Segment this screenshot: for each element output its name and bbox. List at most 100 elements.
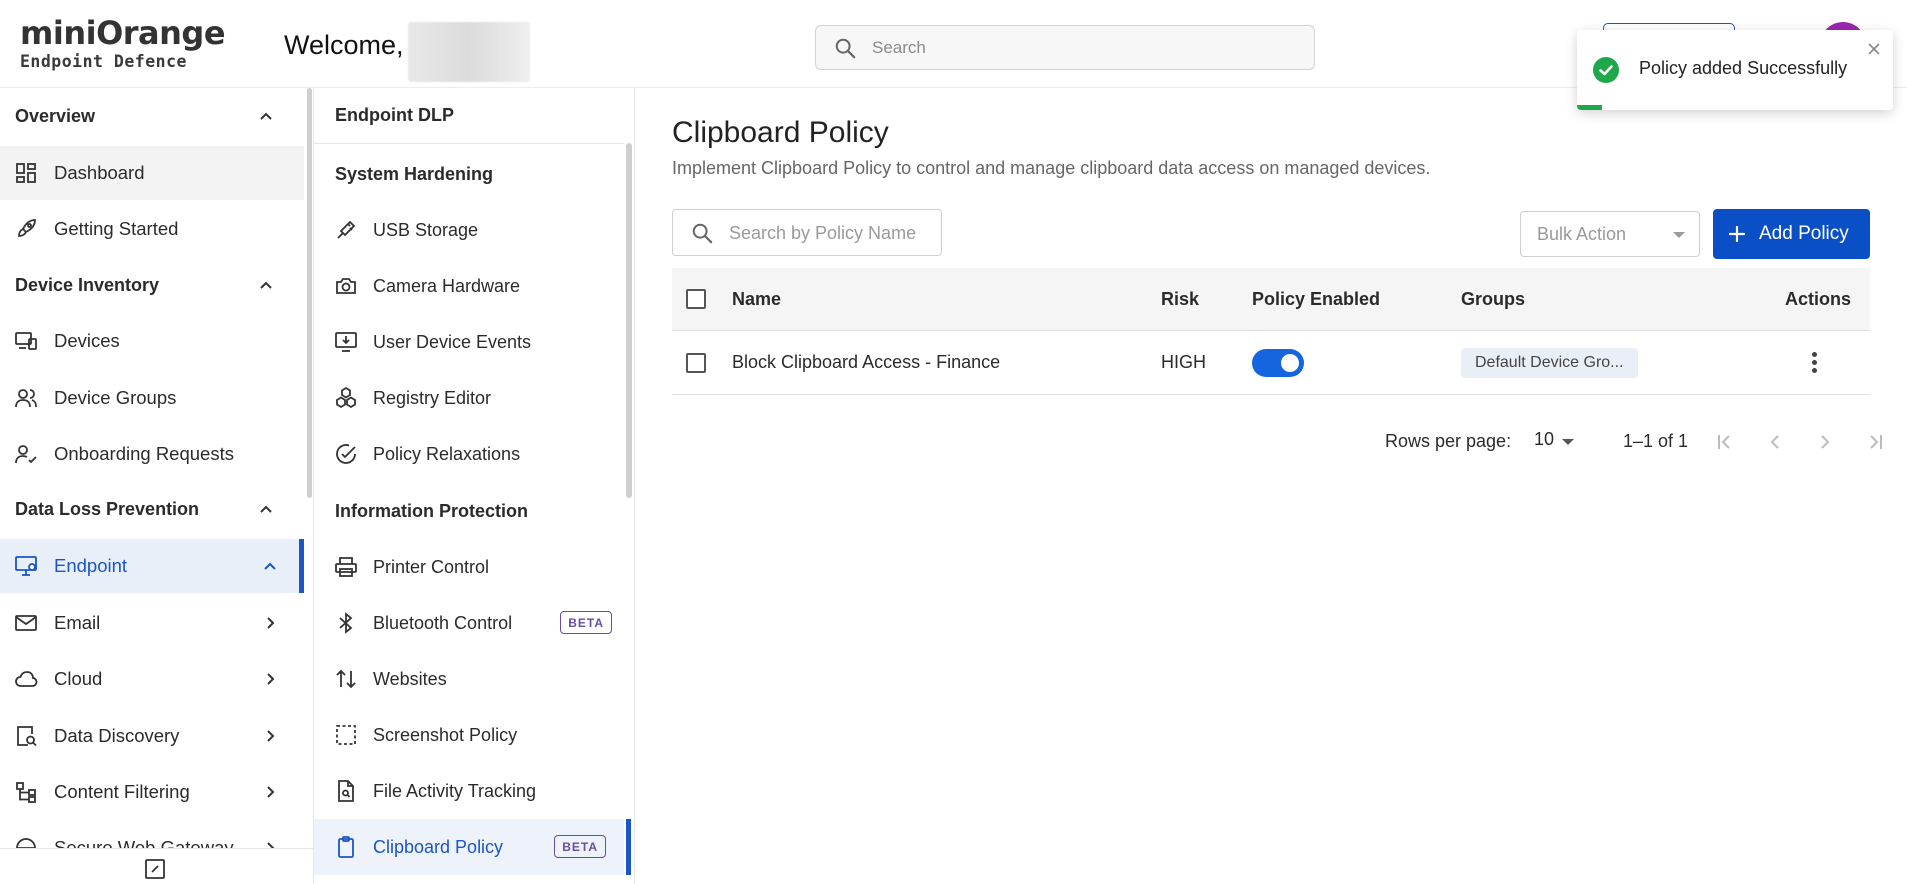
global-search-input[interactable] [872, 36, 1292, 60]
subnav-item-label: Registry Editor [373, 387, 492, 408]
more-vertical-icon[interactable] [1812, 351, 1818, 374]
sidebar-scrollbar[interactable] [307, 88, 312, 498]
users-icon [15, 389, 37, 408]
subnav-item-screenshot-policy[interactable]: Screenshot Policy [314, 707, 624, 763]
search-file-icon [17, 726, 37, 747]
subnav-item-label: User Device Events [373, 331, 532, 352]
section-label: Device Inventory [15, 274, 160, 295]
sidebar-section-device-inventory[interactable]: Device Inventory [0, 261, 296, 309]
first-page-icon[interactable] [1714, 431, 1736, 453]
sidebar-item-getting-started[interactable]: Getting Started [0, 202, 304, 256]
user-check-icon [15, 445, 37, 464]
chevron-up-icon [260, 112, 272, 120]
usb-icon [337, 220, 356, 239]
sidebar-item-data-discovery[interactable]: Data Discovery [0, 709, 304, 763]
policy-search-input[interactable] [729, 222, 929, 244]
sidebar-item-endpoint[interactable]: Endpoint [0, 539, 304, 593]
section-label: Data Loss Prevention [15, 498, 200, 519]
close-icon[interactable] [1867, 42, 1881, 56]
row-checkbox-cell [686, 331, 706, 394]
file-search-icon [338, 780, 354, 802]
policy-search[interactable] [672, 209, 942, 256]
logo-subtitle: Endpoint Defence [20, 52, 187, 71]
sidebar-item-dashboard[interactable]: Dashboard [0, 146, 304, 200]
chevron-right-icon [267, 617, 275, 629]
miniorange-logo[interactable]: miniOrange Endpoint Defence [20, 16, 226, 76]
policy-enabled-cell [1252, 331, 1304, 394]
chevron-right-icon [267, 786, 275, 798]
subnav-item-usb-storage[interactable]: USB Storage [314, 202, 624, 258]
column-header-name[interactable]: Name [732, 268, 781, 330]
sidebar-item-email[interactable]: Email [0, 596, 304, 650]
beta-badge: BETA [554, 835, 606, 858]
check-circle-icon [336, 444, 356, 464]
filter-tree-icon [16, 782, 36, 803]
subnav-item-registry-editor[interactable]: Registry Editor [314, 370, 624, 426]
subnav-item-user-device-events[interactable]: User Device Events [314, 314, 624, 370]
sidebar-item-devices[interactable]: Devices [0, 314, 304, 368]
policy-name[interactable]: Block Clipboard Access - Finance [732, 331, 1000, 394]
pagination-range: 1–1 of 1 [1623, 431, 1689, 451]
subnav-item-label: Screenshot Policy [373, 724, 518, 745]
subnav-item-clipboard-policy[interactable]: Clipboard Policy BETA [314, 819, 631, 875]
row-actions-cell [1812, 331, 1818, 394]
sidebar-item-content-filtering[interactable]: Content Filtering [0, 765, 304, 819]
policy-table: Name Risk Policy Enabled Groups Actions … [672, 268, 1870, 395]
toast-message: Policy added Successfully [1639, 58, 1848, 78]
caret-down-icon[interactable] [1562, 439, 1574, 445]
printer-icon [335, 557, 357, 577]
subnav-item-label: File Activity Tracking [373, 780, 537, 801]
caret-down-icon [1673, 232, 1685, 238]
subnav-heading-information-protection: Information Protection [335, 500, 528, 521]
subnav-item-file-activity-tracking[interactable]: File Activity Tracking [314, 763, 624, 819]
sidebar-item-label: Getting Started [54, 218, 179, 239]
dashboard-icon [16, 163, 36, 183]
mail-icon [15, 615, 37, 631]
subnav-item-bluetooth-control[interactable]: Bluetooth Control BETA [314, 595, 624, 651]
plus-icon [1728, 225, 1746, 243]
bluetooth-icon [339, 612, 353, 634]
sidebar-item-label: Email [54, 612, 101, 633]
success-toast: Policy added Successfully [1577, 30, 1893, 110]
search-icon [835, 38, 856, 59]
policy-enabled-toggle[interactable] [1252, 348, 1304, 377]
subnav-item-printer-control[interactable]: Printer Control [314, 539, 624, 595]
policy-risk: HIGH [1161, 352, 1206, 372]
cubes-icon [336, 386, 356, 409]
subnav-item-label: USB Storage [373, 219, 479, 240]
sidebar-item-label: Data Discovery [54, 725, 180, 746]
previous-page-icon[interactable] [1764, 431, 1786, 453]
sidebar-section-data-loss-prevention[interactable]: Data Loss Prevention [0, 485, 296, 533]
table-row[interactable]: Block Clipboard Access - Finance HIGH De… [672, 331, 1870, 395]
sidebar-item-device-groups[interactable]: Device Groups [0, 371, 304, 425]
success-check-icon [1593, 57, 1619, 83]
subnav-scrollbar[interactable] [626, 143, 632, 498]
subnav-item-policy-relaxations[interactable]: Policy Relaxations [314, 426, 624, 482]
table-header: Name Risk Policy Enabled Groups Actions [672, 268, 1870, 331]
subnav-item-websites[interactable]: Websites [314, 651, 624, 707]
sidebar-item-cloud[interactable]: Cloud [0, 652, 304, 706]
endpoint-dlp-subnav: Endpoint DLP System Hardening USB Storag… [314, 88, 635, 884]
add-policy-button[interactable]: Add Policy [1713, 209, 1870, 259]
subnav-item-camera-hardware[interactable]: Camera Hardware [314, 258, 624, 314]
column-header-risk[interactable]: Risk [1161, 268, 1199, 330]
last-page-icon[interactable] [1864, 431, 1886, 453]
beta-badge: BETA [560, 611, 612, 634]
sidebar-item-label: Endpoint [54, 555, 128, 576]
search-icon [692, 223, 713, 244]
global-search[interactable] [815, 25, 1315, 70]
sidebar-item-onboarding-requests[interactable]: Onboarding Requests [0, 427, 304, 481]
monitor-download-icon [335, 332, 357, 352]
next-page-icon[interactable] [1814, 431, 1836, 453]
sidebar-section-overview[interactable]: Overview [0, 92, 296, 140]
column-header-groups[interactable]: Groups [1461, 268, 1525, 330]
row-checkbox[interactable] [686, 352, 706, 373]
subnav-item-label: Clipboard Policy [373, 836, 504, 857]
bulk-action-select[interactable]: Bulk Action [1520, 211, 1700, 257]
select-all-checkbox[interactable] [686, 289, 706, 309]
column-header-policy-enabled[interactable]: Policy Enabled [1252, 268, 1380, 330]
collapse-sidebar-icon[interactable] [143, 857, 167, 881]
subnav-item-label: Printer Control [373, 556, 490, 577]
rows-per-page-select[interactable]: 10 [1534, 429, 1554, 450]
cloud-icon [15, 671, 38, 687]
